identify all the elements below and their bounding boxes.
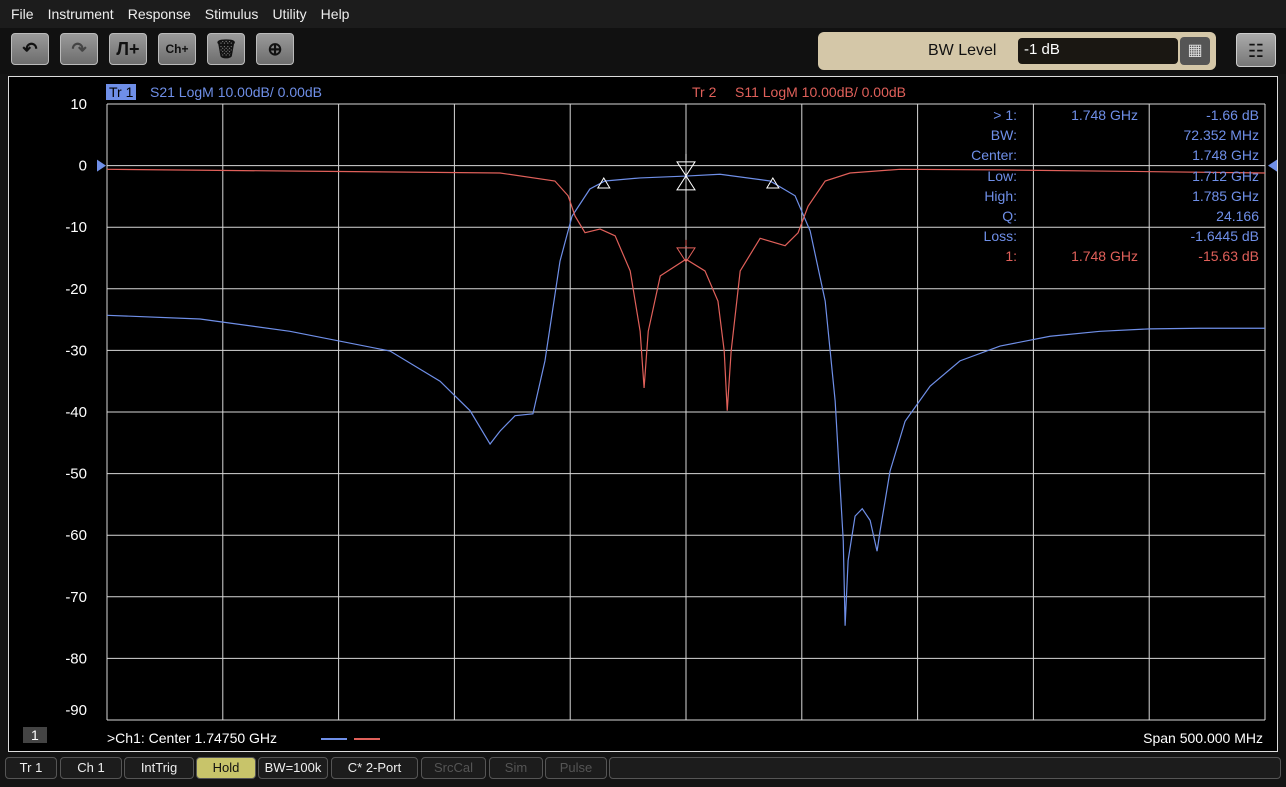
status-pulse[interactable]: Pulse [545, 757, 607, 779]
status-srccal[interactable]: SrcCal [421, 757, 486, 779]
y-tick-label: -90 [65, 702, 87, 719]
marker-label: Center: [971, 147, 1017, 164]
y-tick-label: -80 [65, 650, 87, 667]
marker-freq: 1.748 GHz [1071, 107, 1138, 123]
add-trace-icon: Л+ [116, 38, 140, 59]
add-channel-icon: Ch+ [165, 42, 189, 56]
status-empty [609, 757, 1281, 779]
menu-response[interactable]: Response [121, 6, 198, 22]
marker-value: 1.785 GHz [1192, 187, 1259, 204]
y-tick-label: -40 [65, 404, 87, 421]
marker-value: 72.352 MHz [1183, 127, 1259, 144]
trace2-legend-line [354, 738, 380, 740]
marker-value: 1.712 GHz [1192, 167, 1259, 184]
reference-level-right-icon [1268, 159, 1277, 172]
trace1-tag[interactable]: Tr 1 [106, 84, 137, 100]
reference-level-left-icon [97, 159, 106, 172]
menu-file[interactable]: File [4, 6, 41, 22]
delete-icon: 🗑 [214, 38, 238, 59]
status-inttrig[interactable]: IntTrig [124, 757, 194, 779]
channel-number[interactable]: 1 [23, 727, 47, 743]
calculator-icon[interactable]: ▦ [1180, 37, 1210, 65]
menu-instrument[interactable]: Instrument [41, 6, 121, 22]
grid-menu-icon: ☷ [1247, 41, 1265, 61]
undo-icon: ↶ [22, 38, 38, 59]
y-tick-label: -10 [65, 219, 87, 236]
marker-label: BW: [990, 127, 1017, 144]
menu-bar: File Instrument Response Stimulus Utilit… [0, 0, 1286, 28]
trace1-description[interactable]: S21 LogM 10.00dB/ 0.00dB [150, 84, 322, 100]
status-hold[interactable]: Hold [196, 757, 256, 779]
trace1-legend-line [321, 738, 347, 740]
add-trace-button[interactable]: Л+ [109, 33, 147, 65]
marker-value: 24.166 [1216, 208, 1259, 224]
y-tick-label: -70 [65, 589, 87, 606]
y-tick-label: -60 [65, 527, 87, 544]
marker-label: Loss: [983, 228, 1017, 245]
status-sim[interactable]: Sim [489, 757, 543, 779]
marker-label: Low: [987, 167, 1017, 184]
marker-value: -15.63 dB [1198, 248, 1259, 265]
trace2-tag[interactable]: Tr 2 [692, 84, 716, 100]
span-frequency[interactable]: Span 500.000 MHz [1143, 730, 1263, 746]
softkey-menu-button[interactable]: ☷ [1236, 33, 1276, 67]
bw-marker-icon [596, 177, 611, 189]
marker-value: -1.6445 dB [1190, 228, 1260, 245]
marker-value: 1.748 GHz [1192, 147, 1259, 164]
bw-level-input[interactable]: -1 dB [1018, 38, 1178, 64]
delete-button[interactable]: 🗑 [207, 33, 245, 65]
marker-label: > 1: [993, 107, 1017, 123]
redo-icon: ↷ [71, 38, 87, 59]
marker-label: 1: [1005, 248, 1017, 265]
marker-freq: 1.748 GHz [1071, 248, 1138, 265]
y-tick-label: 10 [70, 96, 87, 113]
marker-label: High: [984, 187, 1017, 204]
menu-help[interactable]: Help [314, 6, 357, 22]
y-tick-label: -20 [65, 281, 87, 298]
bw-level-panel: BW Level -1 dB ▦ [818, 32, 1216, 70]
add-channel-button[interactable]: Ch+ [158, 33, 196, 65]
status-bw-100k[interactable]: BW=100k [258, 757, 328, 779]
status-ch-1[interactable]: Ch 1 [60, 757, 122, 779]
menu-utility[interactable]: Utility [265, 6, 313, 22]
marker-label: Q: [1002, 208, 1017, 224]
center-frequency[interactable]: >Ch1: Center 1.74750 GHz [107, 730, 277, 746]
status-bar: Tr 1 Ch 1 IntTrig Hold BW=100k C* 2-Port SrcCa… [0, 755, 1286, 787]
y-tick-label: -30 [65, 342, 87, 359]
zoom-icon: ⊕ [267, 38, 283, 59]
bw-level-label: BW Level [928, 42, 997, 59]
y-tick-label: -50 [65, 466, 87, 483]
undo-button[interactable]: ↶ [11, 33, 49, 65]
y-tick-label: 0 [79, 158, 87, 175]
trace2-description[interactable]: S11 LogM 10.00dB/ 0.00dB [735, 84, 906, 100]
marker-value: -1.66 dB [1206, 107, 1259, 123]
status-tr-1[interactable]: Tr 1 [5, 757, 57, 779]
chart-window: 10 0 -10 -20 -30 -40 -50 -60 -70 -80 -90 Tr 1 S21 … [8, 76, 1278, 752]
redo-button[interactable]: ↷ [60, 33, 98, 65]
status-c-2-port[interactable]: C* 2-Port [331, 757, 418, 779]
menu-stimulus[interactable]: Stimulus [198, 6, 266, 22]
toolbar: ↶ ↷ Л+ Ch+ 🗑 ⊕ BW Level -1 dB ▦ ☷ [0, 28, 1286, 74]
plot-area[interactable]: 10 0 -10 -20 -30 -40 -50 -60 -70 -80 -90 [9, 77, 1279, 753]
zoom-button[interactable]: ⊕ [256, 33, 294, 65]
